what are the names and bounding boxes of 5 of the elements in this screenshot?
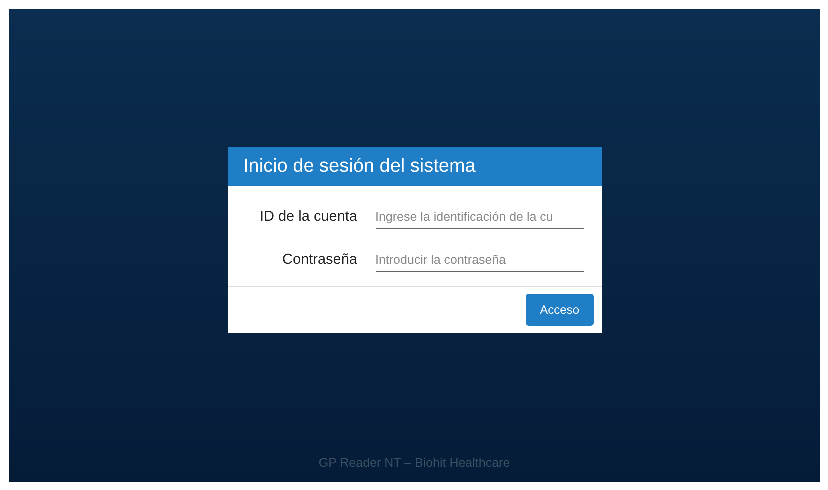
field-label: ID de la cuenta	[258, 208, 358, 224]
login-button[interactable]: Acceso	[526, 294, 594, 326]
field-label: Contraseña	[282, 252, 358, 268]
footer-text: GP Reader NT – Biohit Healthcare	[318, 456, 510, 470]
dialog-title: Inicio de sesión del sistema	[228, 147, 602, 186]
